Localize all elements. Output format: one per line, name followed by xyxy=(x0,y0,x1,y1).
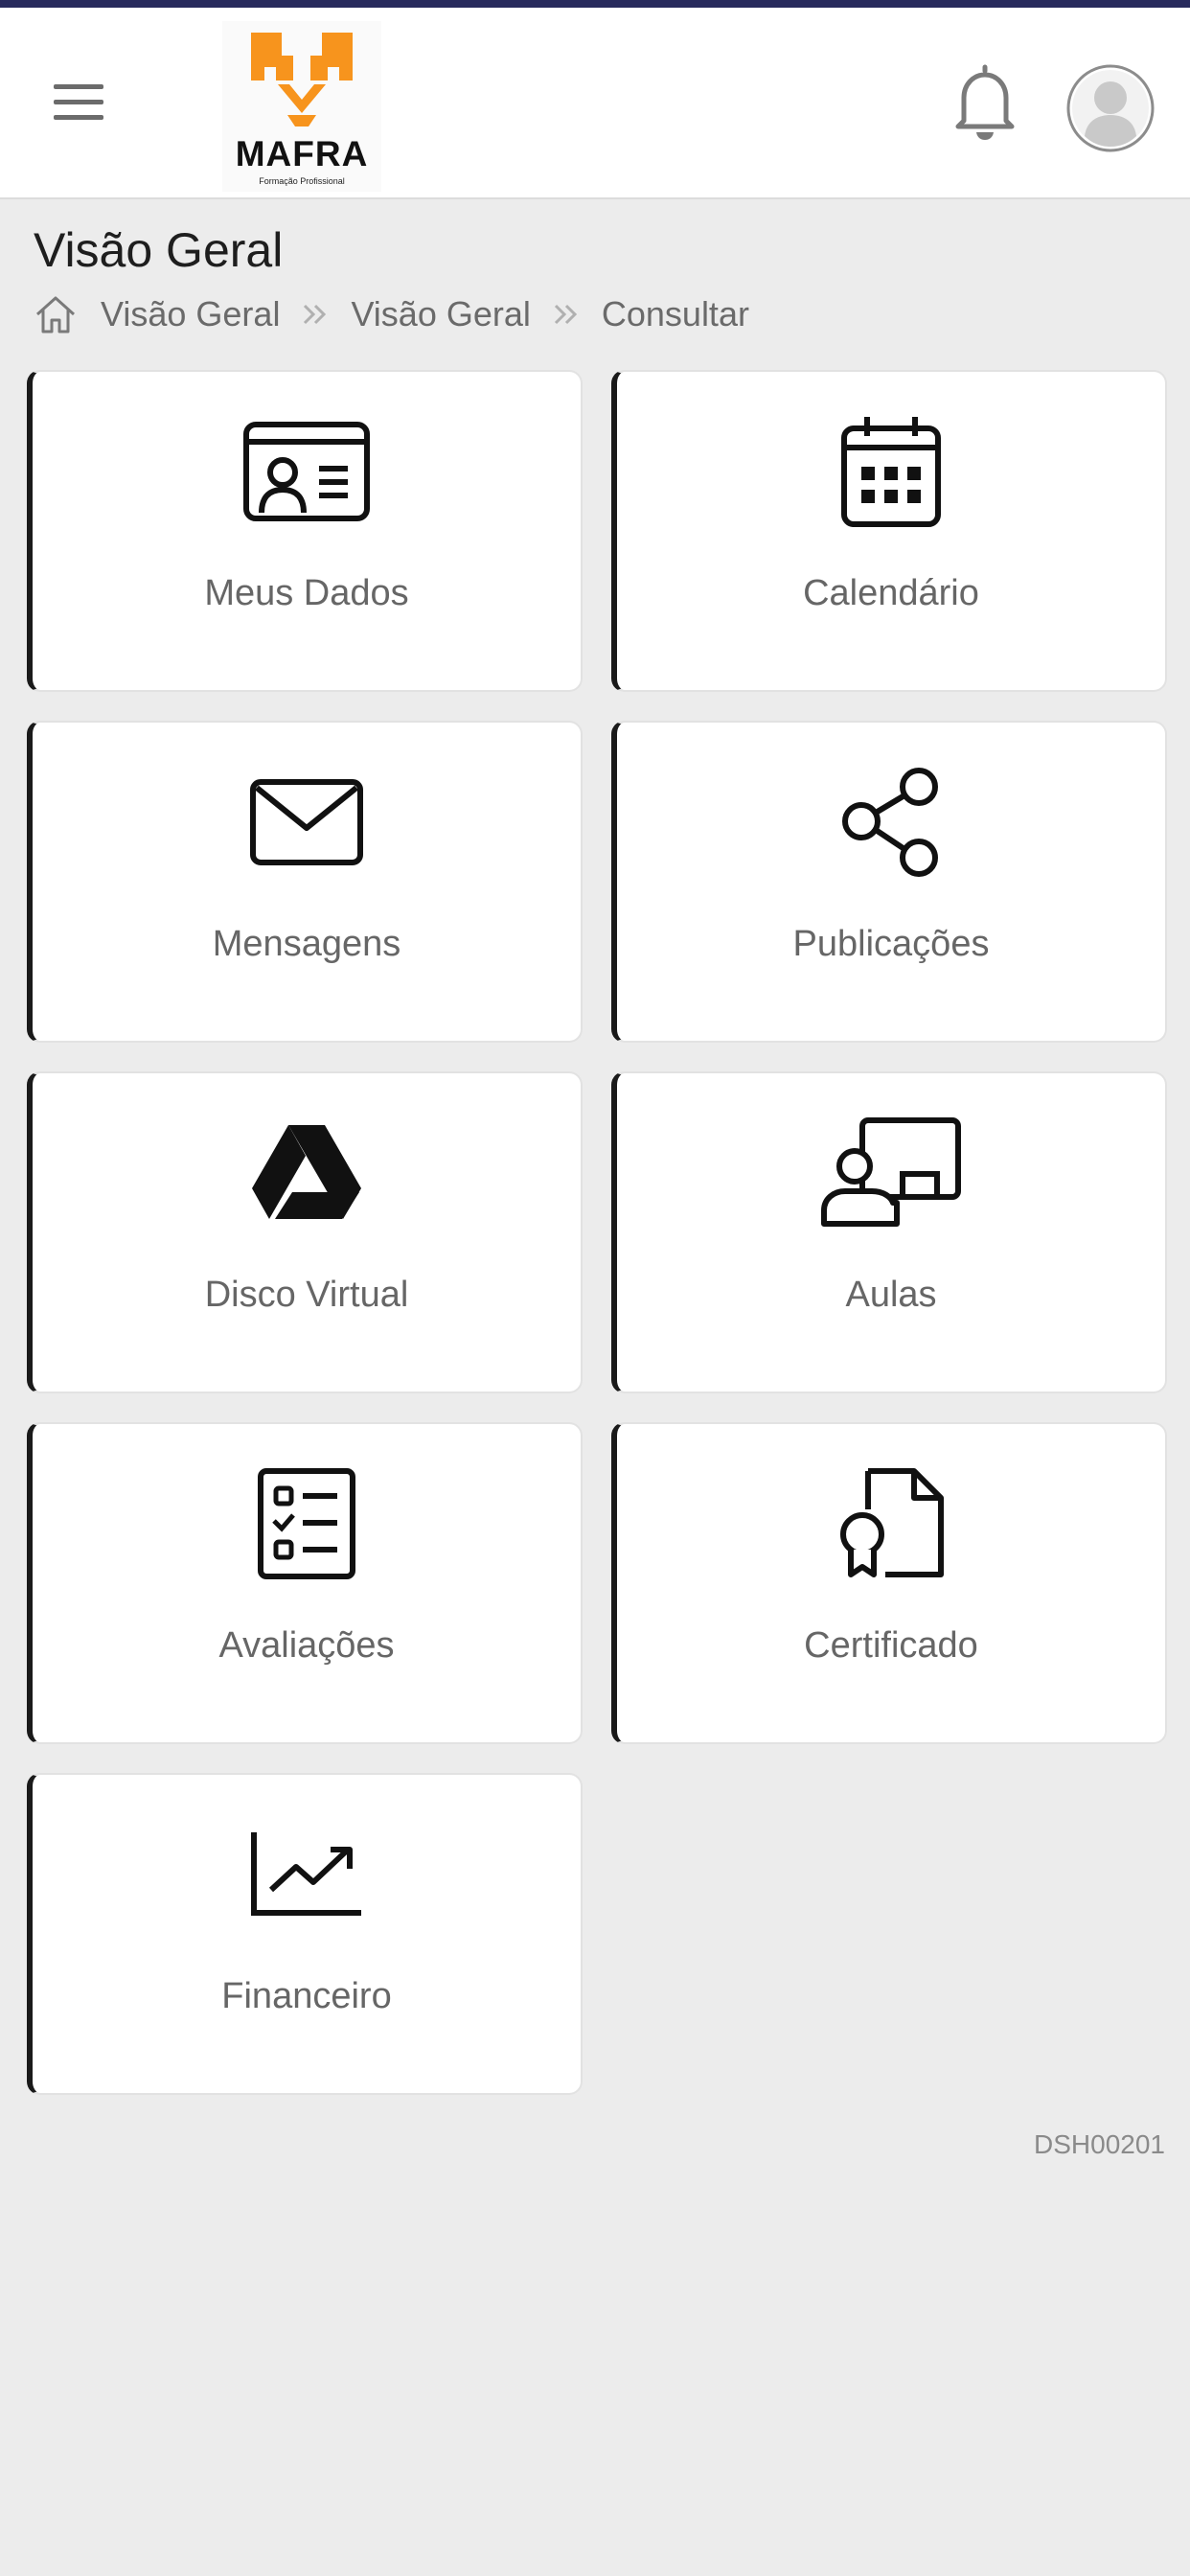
tile-label: Calendário xyxy=(803,573,979,613)
tile-label: Mensagens xyxy=(212,924,401,964)
tile-calendario[interactable]: Calendário xyxy=(611,370,1167,692)
chevron-double-right-icon xyxy=(301,303,330,326)
certificate-icon xyxy=(840,1468,944,1577)
logo-mark-icon xyxy=(251,33,353,126)
tile-label: Aulas xyxy=(845,1275,937,1315)
share-icon xyxy=(842,768,938,877)
envelope-icon xyxy=(250,779,363,865)
breadcrumb-item-2[interactable]: Visão Geral xyxy=(351,294,530,334)
chevron-double-right-icon xyxy=(552,303,581,326)
tile-publicacoes[interactable]: Publicações xyxy=(611,721,1167,1043)
tile-financeiro[interactable]: Financeiro xyxy=(27,1773,583,2095)
tile-label: Meus Dados xyxy=(204,573,409,613)
drive-icon xyxy=(252,1125,361,1219)
app-header: MAFRA Formação Profissional xyxy=(0,8,1190,199)
brand-logo[interactable]: MAFRA Formação Profissional xyxy=(222,21,381,192)
teacher-board-icon xyxy=(821,1117,961,1227)
tile-label: Disco Virtual xyxy=(204,1275,409,1315)
bell-icon xyxy=(955,64,1015,140)
top-accent-bar xyxy=(0,0,1190,8)
tile-label: Certificado xyxy=(804,1625,978,1666)
screen-code: DSH00201 xyxy=(1034,2129,1165,2159)
user-avatar-icon xyxy=(1066,64,1155,152)
tile-meus-dados[interactable]: Meus Dados xyxy=(27,370,583,692)
breadcrumb-item-3: Consultar xyxy=(601,294,749,334)
hamburger-menu-button[interactable] xyxy=(48,77,113,126)
dashboard-tiles-grid: Meus Dados Calendário Mensagens Publicaç… xyxy=(27,370,1167,2095)
tile-aulas[interactable]: Aulas xyxy=(611,1071,1167,1393)
breadcrumb-item-1[interactable]: Visão Geral xyxy=(101,294,280,334)
breadcrumb: Visão Geral Visão Geral Consultar xyxy=(34,286,749,343)
id-card-icon xyxy=(243,422,370,521)
trending-chart-icon xyxy=(251,1832,361,1916)
home-icon xyxy=(35,296,76,334)
notifications-button[interactable] xyxy=(950,63,1019,144)
logo-subtitle: Formação Profissional xyxy=(259,176,345,186)
checklist-icon xyxy=(258,1468,355,1579)
logo-wordmark: MAFRA xyxy=(235,134,369,173)
tile-disco-virtual[interactable]: Disco Virtual xyxy=(27,1071,583,1393)
hamburger-icon xyxy=(54,84,103,120)
tile-label: Financeiro xyxy=(221,1976,392,2016)
page-title: Visão Geral xyxy=(34,223,284,277)
calendar-icon xyxy=(841,417,941,527)
tile-label: Publicações xyxy=(792,924,990,964)
tile-label: Avaliações xyxy=(218,1625,395,1666)
tile-certificado[interactable]: Certificado xyxy=(611,1422,1167,1744)
tile-avaliacoes[interactable]: Avaliações xyxy=(27,1422,583,1744)
tile-mensagens[interactable]: Mensagens xyxy=(27,721,583,1043)
breadcrumb-home-link[interactable] xyxy=(34,293,78,335)
user-avatar-button[interactable] xyxy=(1065,63,1156,153)
